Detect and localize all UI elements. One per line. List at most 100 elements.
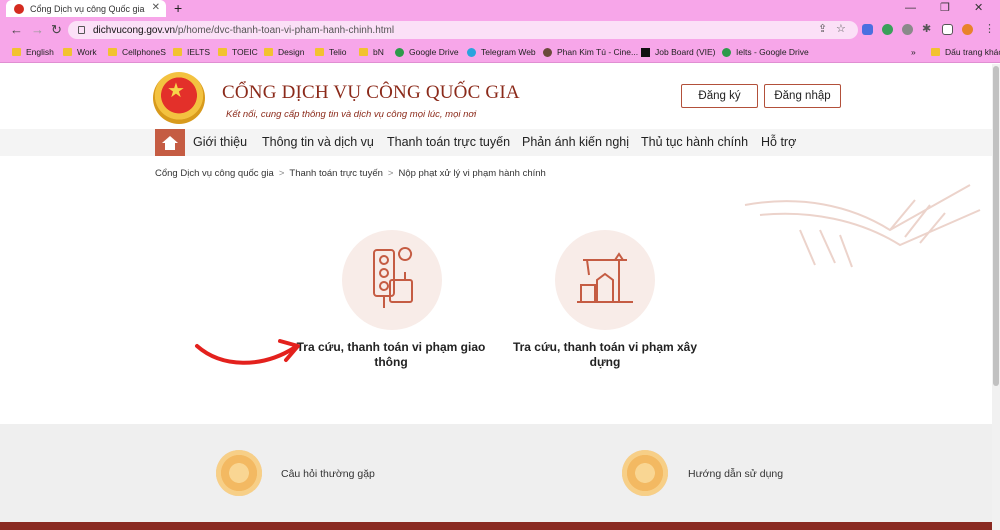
other-bookmarks-folder[interactable]: Dấu trang khác bbox=[931, 47, 1000, 57]
folder-icon bbox=[359, 48, 368, 56]
reload-icon[interactable]: ↻ bbox=[51, 22, 62, 38]
forward-arrow-icon[interactable]: → bbox=[31, 22, 44, 37]
home-icon-body bbox=[165, 143, 175, 150]
bookmark-item[interactable]: CellphoneS bbox=[108, 47, 166, 57]
close-window-icon[interactable]: ✕ bbox=[974, 0, 983, 17]
bookmark-label: Work bbox=[77, 47, 97, 57]
nav-item-feedback[interactable]: Phản ánh kiến nghị bbox=[522, 135, 629, 149]
bookmark-label: Google Drive bbox=[409, 47, 459, 57]
bookmark-item[interactable]: Design bbox=[264, 47, 304, 57]
extension-grammarly-icon[interactable] bbox=[882, 24, 893, 35]
bookmark-item[interactable]: TOEIC bbox=[218, 47, 258, 57]
footer-bar bbox=[0, 522, 1000, 530]
side-panel-icon[interactable] bbox=[942, 24, 953, 35]
folder-icon bbox=[315, 48, 324, 56]
address-bar[interactable]: dichvucong.gov.vn/p/home/dvc-thanh-toan-… bbox=[68, 21, 858, 39]
bookmark-item[interactable]: Telio bbox=[315, 47, 346, 57]
bookmark-label: Ielts - Google Drive bbox=[736, 47, 809, 57]
browser-tab-active[interactable]: Cổng Dịch vụ công Quốc gia ✕ bbox=[6, 0, 166, 17]
site-favicon-icon bbox=[14, 3, 24, 14]
bookmark-label: Telegram Web bbox=[481, 47, 536, 57]
extension-translate-icon[interactable] bbox=[862, 24, 873, 35]
red-arrow-annotation bbox=[195, 339, 300, 365]
traffic-light-icon bbox=[373, 247, 413, 308]
nav-item-online-payment[interactable]: Thanh toán trực tuyến bbox=[387, 135, 510, 149]
national-emblem-logo[interactable]: ★ bbox=[153, 72, 205, 124]
extension-circle-icon[interactable] bbox=[902, 24, 913, 35]
bookmark-item[interactable]: bN bbox=[359, 47, 384, 57]
breadcrumb-separator: > bbox=[387, 168, 394, 179]
breadcrumb-item[interactable]: Thanh toán trực tuyến bbox=[289, 168, 383, 179]
bookmark-label: Job Board (VIE) bbox=[655, 47, 716, 57]
extensions-puzzle-icon[interactable]: ✱ bbox=[922, 22, 931, 35]
folder-icon bbox=[931, 48, 940, 56]
help-band: Câu hỏi thường gặp Hướng dẫn sử dụng bbox=[0, 424, 1000, 522]
bookmark-item[interactable]: Ielts - Google Drive bbox=[722, 47, 809, 57]
page-scrollbar[interactable] bbox=[992, 64, 1000, 530]
decorative-bird-pattern bbox=[744, 184, 981, 268]
traffic-service-circle[interactable] bbox=[342, 230, 442, 330]
construction-violation-link[interactable]: Tra cứu, thanh toán vi phạm xây dựng bbox=[505, 340, 705, 370]
bookmark-label: TOEIC bbox=[232, 47, 258, 57]
url-path: /p/home/dvc-thanh-toan-vi-pham-hanh-chin… bbox=[175, 24, 395, 36]
bookmark-label: IELTS bbox=[187, 47, 210, 57]
bookmark-item[interactable]: Telegram Web bbox=[467, 47, 536, 57]
bookmarks-bar: English Work CellphoneS IELTS TOEIC Desi… bbox=[0, 43, 1000, 63]
new-tab-icon[interactable]: + bbox=[174, 0, 182, 17]
user-guide-link[interactable]: Hướng dẫn sử dụng bbox=[688, 468, 783, 480]
folder-icon bbox=[63, 48, 72, 56]
share-icon[interactable]: ⇪ bbox=[818, 22, 827, 35]
breadcrumb-separator: > bbox=[278, 168, 285, 179]
login-button[interactable]: Đăng nhập bbox=[764, 84, 841, 108]
breadcrumb-item[interactable]: Cổng Dịch vụ công quốc gia bbox=[155, 168, 274, 179]
home-icon bbox=[162, 136, 178, 143]
bookmark-label: English bbox=[26, 47, 54, 57]
profile-avatar-icon[interactable] bbox=[962, 24, 973, 35]
faq-medallion-icon[interactable] bbox=[216, 450, 262, 496]
google-drive-icon bbox=[722, 47, 731, 57]
more-bookmarks-button[interactable]: » bbox=[911, 47, 916, 57]
lock-icon bbox=[78, 26, 85, 34]
nav-item-intro[interactable]: Giới thiệu bbox=[193, 135, 247, 149]
more-bookmarks-label: » bbox=[911, 47, 916, 57]
nav-item-procedures[interactable]: Thủ tục hành chính bbox=[641, 135, 748, 149]
back-arrow-icon[interactable]: ← bbox=[10, 22, 23, 37]
browser-menu-icon[interactable]: ⋮ bbox=[984, 22, 995, 35]
folder-icon bbox=[218, 48, 227, 56]
tab-title: Cổng Dịch vụ công Quốc gia bbox=[30, 3, 145, 14]
scrollbar-thumb[interactable] bbox=[993, 66, 999, 386]
home-button[interactable] bbox=[155, 129, 185, 156]
construction-service-circle[interactable] bbox=[555, 230, 655, 330]
folder-icon bbox=[173, 48, 182, 56]
guide-medallion-icon[interactable] bbox=[622, 450, 668, 496]
nav-item-support[interactable]: Hỗ trợ bbox=[761, 135, 796, 149]
browser-tab-strip: Cổng Dịch vụ công Quốc gia ✕ + — ❐ ✕ bbox=[0, 0, 1000, 17]
bookmark-label: Dấu trang khác bbox=[945, 47, 1000, 57]
bookmark-item[interactable]: English bbox=[12, 47, 54, 57]
bookmark-star-icon[interactable]: ☆ bbox=[836, 22, 846, 35]
bookmark-item[interactable]: Job Board (VIE) bbox=[641, 47, 715, 57]
faq-link[interactable]: Câu hỏi thường gặp bbox=[281, 468, 375, 480]
star-icon: ★ bbox=[167, 80, 185, 102]
avatar-icon bbox=[543, 47, 552, 57]
minimize-window-icon[interactable]: — bbox=[905, 0, 916, 17]
traffic-violation-link[interactable]: Tra cứu, thanh toán vi phạm giao thông bbox=[291, 340, 491, 370]
nav-item-info-services[interactable]: Thông tin và dịch vụ bbox=[262, 135, 374, 149]
site-header: ★ CỔNG DỊCH VỤ CÔNG QUỐC GIA Kết nối, cu… bbox=[0, 64, 1000, 129]
url-host: dichvucong.gov.vn bbox=[93, 24, 176, 36]
folder-icon bbox=[12, 48, 21, 56]
close-tab-icon[interactable]: ✕ bbox=[152, 2, 160, 13]
google-drive-icon bbox=[395, 47, 404, 57]
site-title[interactable]: CỔNG DỊCH VỤ CÔNG QUỐC GIA bbox=[222, 82, 520, 104]
bookmark-item[interactable]: IELTS bbox=[173, 47, 210, 57]
folder-icon bbox=[264, 48, 273, 56]
site-subtitle: Kết nối, cung cấp thông tin và dịch vụ c… bbox=[226, 109, 477, 120]
bookmark-item[interactable]: Work bbox=[63, 47, 97, 57]
bookmark-item[interactable]: Google Drive bbox=[395, 47, 459, 57]
bookmark-label: bN bbox=[373, 47, 384, 57]
black-square-icon bbox=[641, 47, 650, 57]
register-button[interactable]: Đăng ký bbox=[681, 84, 758, 108]
bookmark-item[interactable]: Phan Kim Tú - Cine... bbox=[543, 47, 638, 57]
maximize-window-icon[interactable]: ❐ bbox=[940, 0, 950, 17]
main-nav: Giới thiệu Thông tin và dịch vụ Thanh to… bbox=[0, 129, 1000, 156]
